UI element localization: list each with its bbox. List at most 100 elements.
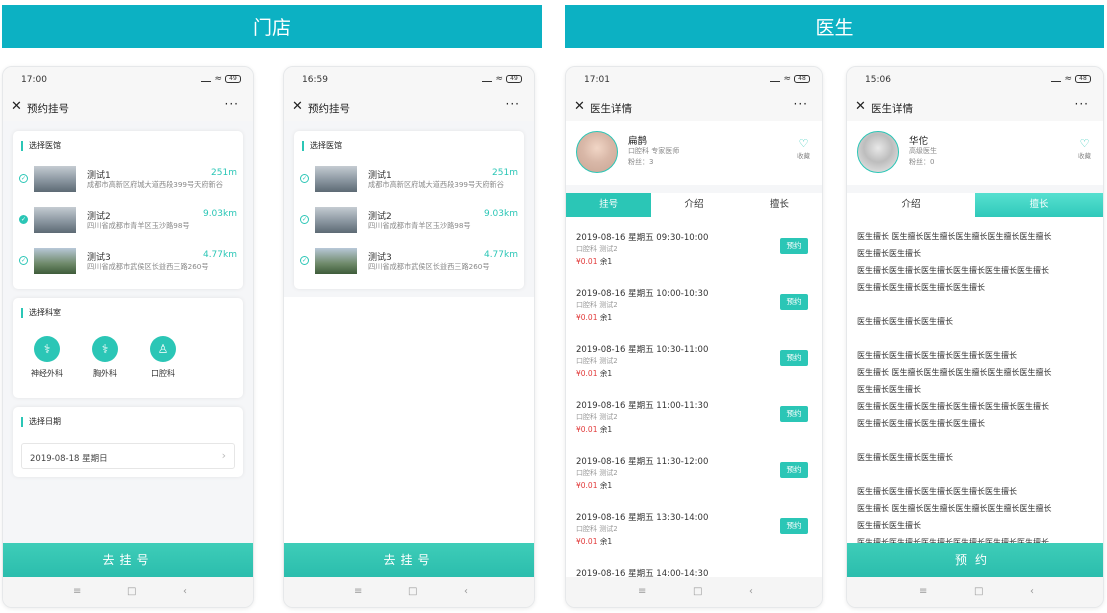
reserve-button[interactable]: 预约 — [847, 543, 1103, 577]
status-time: 16:59 — [302, 75, 328, 85]
tab-bar: 介绍 擅长 — [847, 193, 1103, 217]
dept-item[interactable]: ⚕ 神经外科 — [27, 336, 67, 379]
slot-item: 2019-08-16 星期五 10:00-10:30 口腔科 测试2 ¥0.01… — [576, 287, 808, 337]
check-icon[interactable]: ✓ — [300, 256, 309, 265]
close-icon[interactable]: ✕ — [855, 99, 866, 114]
tab-bar: 挂号 介绍 擅长 — [566, 193, 822, 217]
system-nav: ≡ □ ‹ — [566, 577, 822, 607]
doctor-title: 口腔科 专家医师 — [628, 147, 680, 155]
text-line: 医生擅长医生擅长医生擅长医生擅长医生擅长 — [857, 487, 1017, 496]
clinic-item[interactable]: ✓ 测试3 4.77km 四川省成都市武侯区长益西三路260号 — [13, 245, 243, 279]
more-icon[interactable]: ··· — [506, 97, 520, 111]
back-icon[interactable]: ‹ — [183, 586, 187, 597]
dept-label: 胸外科 — [93, 369, 117, 378]
clinic-item[interactable]: ✓ 测试3 4.77km 四川省成都市武侯区长益西三路260号 — [294, 245, 524, 279]
clinic-item[interactable]: ✓ 测试2 9.03km 四川省成都市青羊区玉沙路98号 — [13, 204, 243, 238]
price-value: ¥0.01 — [576, 537, 598, 546]
content-area — [284, 297, 534, 543]
clinic-item[interactable]: ✓ 测试2 9.03km 四川省成都市青羊区玉沙路98号 — [294, 204, 524, 238]
wifi-icon: ≈ — [783, 74, 791, 84]
price-value: ¥0.01 — [576, 369, 598, 378]
doctor-profile: 扁鹊 口腔科 专家医师 粉丝：3 ♡ 收藏 — [566, 121, 822, 185]
wifi-icon: ≈ — [495, 74, 503, 84]
home-icon[interactable]: □ — [974, 586, 983, 597]
slot-meta: 口腔科 测试2 — [576, 413, 618, 421]
dept-label: 口腔科 — [151, 369, 175, 378]
more-icon[interactable]: ··· — [794, 97, 808, 111]
home-icon[interactable]: □ — [693, 586, 702, 597]
close-icon[interactable]: ✕ — [292, 99, 303, 114]
doctor-icon: ⚕ — [92, 336, 118, 362]
tab-specialty[interactable]: 擅长 — [975, 193, 1103, 217]
reserve-button[interactable]: 预约 — [780, 350, 808, 366]
date-value: 2019-08-18 星期日 — [30, 454, 108, 464]
clinic-card: 选择医馆 ✓ 测试1 251m 成都市高新区府城大道西段399号天府新谷 ✓ 测… — [13, 131, 243, 289]
doctor-name: 扁鹊 — [628, 136, 648, 147]
reserve-button[interactable]: 预约 — [780, 294, 808, 310]
check-icon[interactable]: ✓ — [300, 174, 309, 183]
favorite-label: 收藏 — [797, 152, 810, 160]
reserve-button[interactable]: 预约 — [780, 462, 808, 478]
menu-icon[interactable]: ≡ — [638, 586, 646, 597]
system-nav: ≡ □ ‹ — [847, 577, 1103, 607]
clinic-item[interactable]: ✓ 测试1 251m 成都市高新区府城大道西段399号天府新谷 — [294, 163, 524, 197]
phone-booking-clinic-list: 16:59 ≈49 ✕ 预约挂号 ··· 选择医馆 ✓ 测试1 251m 成都市… — [283, 66, 535, 608]
date-picker[interactable]: 2019-08-18 星期日 › — [21, 443, 235, 469]
clinic-distance: 4.77km — [483, 250, 518, 260]
favorite-button[interactable]: ♡ 收藏 — [797, 137, 810, 160]
home-icon[interactable]: □ — [127, 586, 136, 597]
book-button[interactable]: 去挂号 — [284, 543, 534, 577]
dept-item[interactable]: ⚕ 胸外科 — [85, 336, 125, 379]
slot-item: 2019-08-16 星期五 09:30-10:00 口腔科 测试2 ¥0.01… — [576, 231, 808, 281]
tab-booking[interactable]: 挂号 — [566, 193, 652, 217]
heart-icon: ♡ — [798, 137, 809, 150]
tab-intro[interactable]: 介绍 — [651, 193, 736, 217]
menu-icon[interactable]: ≡ — [919, 586, 927, 597]
back-icon[interactable]: ‹ — [1030, 586, 1034, 597]
reserve-button[interactable]: 预约 — [780, 238, 808, 254]
slot-meta: 口腔科 测试2 — [576, 469, 618, 477]
reserve-button[interactable]: 预约 — [780, 406, 808, 422]
tab-specialty[interactable]: 擅长 — [737, 193, 822, 217]
slot-price: ¥0.01 余1 — [576, 536, 612, 547]
slot-item: 2019-08-16 星期五 11:00-11:30 口腔科 测试2 ¥0.01… — [576, 399, 808, 449]
battery-icon: 48 — [794, 75, 810, 83]
reserve-button[interactable]: 预约 — [780, 518, 808, 534]
clinic-item[interactable]: ✓ 测试1 251m 成都市高新区府城大道西段399号天府新谷 — [13, 163, 243, 197]
text-line: 医生擅长医生擅长医生擅长医生擅长医生擅长医生擅长 — [857, 402, 1049, 411]
check-icon[interactable]: ✓ — [19, 256, 28, 265]
close-icon[interactable]: ✕ — [574, 99, 585, 114]
menu-icon[interactable]: ≡ — [354, 586, 362, 597]
text-line: 医生擅长医生擅长 — [857, 521, 921, 530]
phone-doctor-schedule: 17:01 ≈48 ✕ 医生详情 ··· 扁鹊 口腔科 专家医师 粉丝：3 ♡ 收… — [565, 66, 823, 608]
clinic-photo — [315, 248, 357, 274]
favorite-button[interactable]: ♡ 收藏 — [1078, 137, 1091, 160]
home-icon[interactable]: □ — [408, 586, 417, 597]
status-time: 17:01 — [584, 75, 610, 85]
back-icon[interactable]: ‹ — [464, 586, 468, 597]
book-button[interactable]: 去挂号 — [3, 543, 253, 577]
clinic-card: 选择医馆 ✓ 测试1 251m 成都市高新区府城大道西段399号天府新谷 ✓ 测… — [294, 131, 524, 289]
slot-date: 2019-08-16 星期五 11:00-11:30 — [576, 401, 709, 411]
menu-icon[interactable]: ≡ — [73, 586, 81, 597]
check-icon[interactable]: ✓ — [19, 174, 28, 183]
more-icon[interactable]: ··· — [1075, 97, 1089, 111]
favorite-label: 收藏 — [1078, 152, 1091, 160]
dept-item[interactable]: ♙ 口腔科 — [143, 336, 183, 379]
system-nav: ≡ □ ‹ — [3, 577, 253, 607]
close-icon[interactable]: ✕ — [11, 99, 22, 114]
check-icon[interactable]: ✓ — [300, 215, 309, 224]
fans-count: 粉丝：0 — [909, 158, 935, 166]
clinic-address: 四川省成都市武侯区长益西三路260号 — [368, 262, 490, 271]
clinic-distance: 9.03km — [483, 209, 518, 219]
chevron-right-icon: › — [221, 449, 226, 462]
more-icon[interactable]: ··· — [225, 97, 239, 111]
clinic-address: 成都市高新区府城大道西段399号天府新谷 — [87, 180, 223, 189]
check-icon[interactable]: ✓ — [19, 215, 28, 224]
dept-label: 神经外科 — [31, 369, 63, 378]
slot-price: ¥0.01 余1 — [576, 480, 612, 491]
tab-intro[interactable]: 介绍 — [847, 193, 975, 217]
back-icon[interactable]: ‹ — [749, 586, 753, 597]
page-title: 预约挂号 — [27, 103, 69, 115]
slot-price: ¥0.01 余1 — [576, 424, 612, 435]
